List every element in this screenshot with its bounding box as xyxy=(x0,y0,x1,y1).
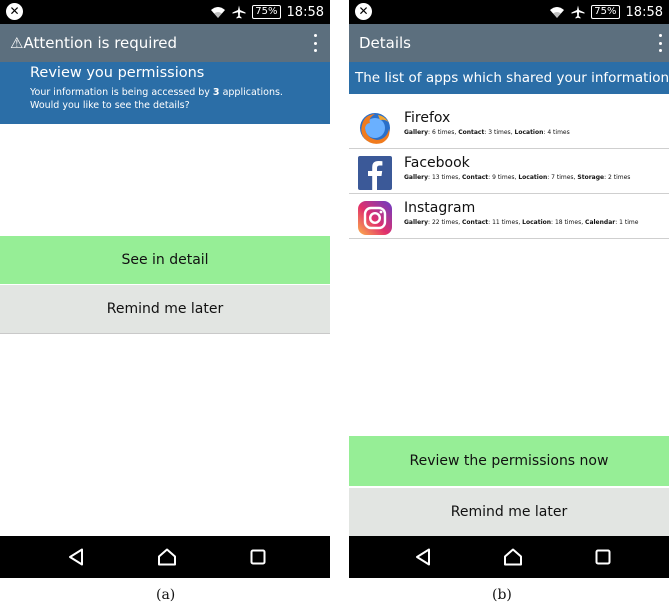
facebook-icon xyxy=(358,156,392,190)
battery-indicator: 75% xyxy=(252,5,281,19)
banner-title: Review you permissions xyxy=(30,65,205,81)
status-bar: ✕ 75% 18:58 xyxy=(349,0,669,24)
battery-indicator: 75% xyxy=(591,5,620,19)
app-bar-title-text: Attention is required xyxy=(23,34,178,52)
app-access-details: Gallery: 22 times, Contact: 11 times, Lo… xyxy=(404,219,639,226)
notification-close-icon[interactable]: ✕ xyxy=(6,3,23,20)
app-bar: ⚠Attention is required xyxy=(0,24,330,62)
recent-apps-icon[interactable] xyxy=(595,536,611,578)
app-bar-title: Details xyxy=(359,34,412,52)
app-list-item-instagram[interactable]: Instagram Gallery: 22 times, Contact: 11… xyxy=(349,194,669,239)
banner-message-line: Your information is being accessed by 3 … xyxy=(30,87,283,98)
back-icon[interactable] xyxy=(68,536,84,578)
remind-me-later-button[interactable]: Remind me later xyxy=(0,285,330,334)
status-clock: 18:58 xyxy=(286,4,324,20)
status-clock: 18:58 xyxy=(625,4,663,20)
app-list-item-facebook[interactable]: Facebook Gallery: 13 times, Contact: 9 t… xyxy=(349,149,669,194)
app-name: Firefox xyxy=(404,110,451,126)
app-bar: Details xyxy=(349,24,669,62)
recent-apps-icon[interactable] xyxy=(250,536,266,578)
instagram-icon xyxy=(358,201,392,235)
app-name: Instagram xyxy=(404,200,476,216)
warning-icon: ⚠ xyxy=(10,34,24,52)
overflow-menu-icon[interactable] xyxy=(657,34,663,52)
app-access-details: Gallery: 6 times, Contact: 3 times, Loca… xyxy=(404,129,570,136)
app-list-item-firefox[interactable]: Firefox Gallery: 6 times, Contact: 3 tim… xyxy=(349,104,669,149)
home-icon[interactable] xyxy=(157,536,177,578)
permission-banner: Review you permissions Your information … xyxy=(0,62,330,124)
phone-screen-b: ✕ 75% 18:58 Details The list of apps whi… xyxy=(349,0,669,578)
back-icon[interactable] xyxy=(415,536,431,578)
overflow-menu-icon[interactable] xyxy=(312,34,318,52)
navigation-bar xyxy=(0,536,330,578)
banner-message-prefix: Your information is being accessed by xyxy=(30,87,213,98)
banner-question: Would you like to see the details? xyxy=(30,100,190,111)
status-bar: ✕ 75% 18:58 xyxy=(0,0,330,24)
navigation-bar xyxy=(349,536,669,578)
apps-list-header: The list of apps which shared your infor… xyxy=(349,62,669,94)
app-name: Facebook xyxy=(404,155,470,171)
remind-me-later-button[interactable]: Remind me later xyxy=(349,488,669,536)
app-bar-title: ⚠Attention is required xyxy=(10,24,177,62)
wifi-icon xyxy=(211,6,226,18)
airplane-icon xyxy=(232,5,246,19)
home-icon[interactable] xyxy=(503,536,523,578)
banner-message-suffix: applications. xyxy=(219,87,283,98)
notification-close-icon[interactable]: ✕ xyxy=(355,3,372,20)
figure-caption-b: (b) xyxy=(492,587,512,603)
see-in-detail-button[interactable]: See in detail xyxy=(0,236,330,284)
airplane-icon xyxy=(571,5,585,19)
phone-screen-a: ✕ 75% 18:58 ⚠Attention is required Revie… xyxy=(0,0,330,578)
figure-caption-a: (a) xyxy=(156,587,176,603)
status-indicators: 75% 18:58 xyxy=(549,0,663,24)
app-access-details: Gallery: 13 times, Contact: 9 times, Loc… xyxy=(404,174,631,181)
firefox-icon xyxy=(360,113,390,144)
review-permissions-now-button[interactable]: Review the permissions now xyxy=(349,436,669,486)
wifi-icon xyxy=(550,6,565,18)
status-indicators: 75% 18:58 xyxy=(210,0,324,24)
app-count: 3 xyxy=(212,87,220,98)
